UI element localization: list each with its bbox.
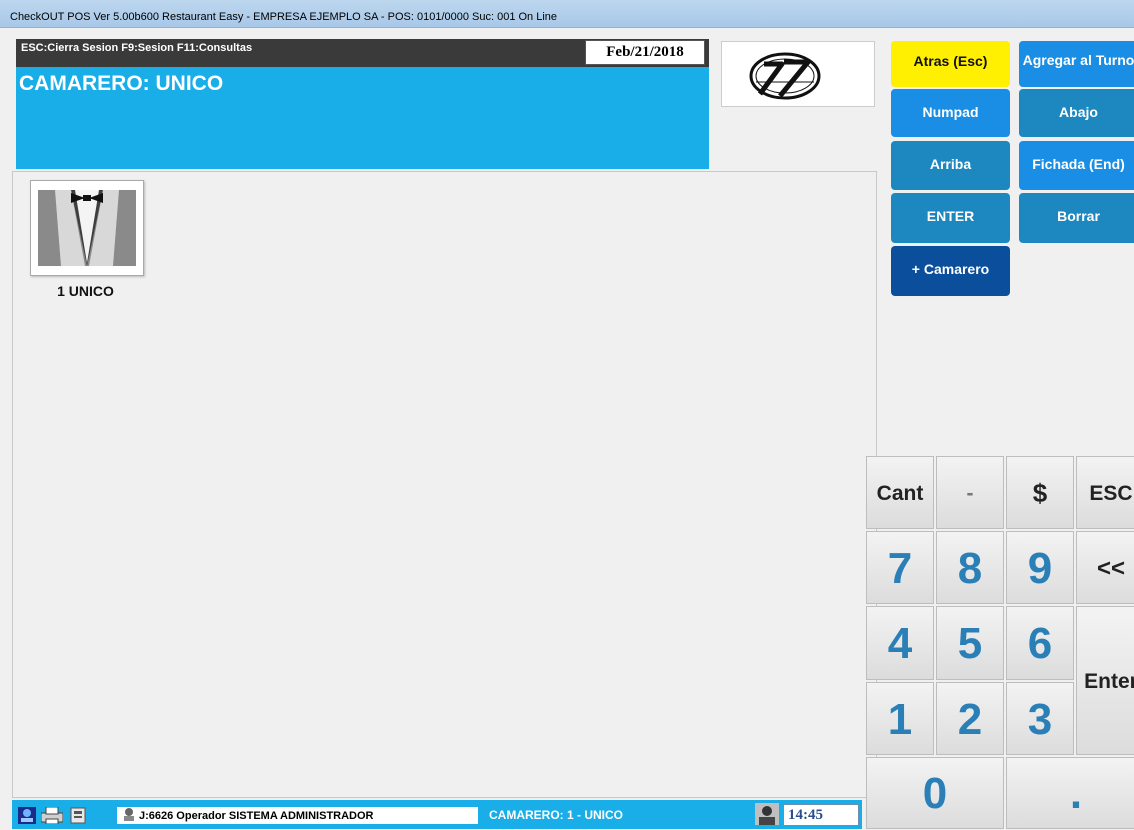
down-button[interactable]: Abajo: [1019, 89, 1134, 137]
esc-key[interactable]: ESC: [1076, 456, 1134, 529]
delete-button[interactable]: Borrar: [1019, 193, 1134, 243]
numpad-button[interactable]: Numpad: [891, 89, 1010, 137]
user-avatar-icon: [755, 803, 779, 825]
register-icon[interactable]: [68, 807, 88, 824]
digit-5-key[interactable]: 5: [936, 606, 1004, 680]
clock-display: 14:45: [783, 804, 859, 826]
digit-3-key[interactable]: 3: [1006, 682, 1074, 755]
back-button[interactable]: Atras (Esc): [891, 41, 1010, 87]
backspace-key[interactable]: <<: [1076, 531, 1134, 604]
waiter-label: CAMARERO: UNICO: [19, 72, 224, 95]
up-button[interactable]: Arriba: [891, 141, 1010, 190]
status-bar: J:6626 Operador SISTEMA ADMINISTRADOR CA…: [12, 800, 862, 829]
digit-6-key[interactable]: 6: [1006, 606, 1074, 680]
date-display: Feb/21/2018: [585, 40, 705, 65]
digit-9-key[interactable]: 9: [1006, 531, 1074, 604]
digit-2-key[interactable]: 2: [936, 682, 1004, 755]
digit-8-key[interactable]: 8: [936, 531, 1004, 604]
logo-emblem: [749, 52, 821, 100]
tuxedo-icon: [38, 190, 136, 266]
digit-4-key[interactable]: 4: [866, 606, 934, 680]
waiter-list-panel: 1 UNICO: [12, 171, 877, 798]
digit-7-key[interactable]: 7: [866, 531, 934, 604]
waiter-card-label: 1 UNICO: [57, 283, 114, 299]
enter-key[interactable]: Enter: [1076, 606, 1134, 755]
numeric-keypad: Cant - $ ESC 7 8 9 << 4 5 6 Enter 1 2 3 …: [866, 456, 1134, 829]
operator-info: J:6626 Operador SISTEMA ADMINISTRADOR: [117, 807, 478, 824]
company-logo: [721, 41, 875, 107]
add-to-shift-button[interactable]: Agregar al Turno: [1019, 41, 1134, 87]
minus-key[interactable]: -: [936, 456, 1004, 529]
digit-1-key[interactable]: 1: [866, 682, 934, 755]
dollar-key[interactable]: $: [1006, 456, 1074, 529]
operator-label: J:6626 Operador SISTEMA ADMINISTRADOR: [139, 810, 374, 822]
decimal-key[interactable]: .: [1006, 757, 1134, 829]
add-waiter-button[interactable]: + Camarero: [891, 246, 1010, 296]
window-title: CheckOUT POS Ver 5.00b600 Restaurant Eas…: [10, 11, 558, 23]
waiter-card[interactable]: [30, 180, 144, 276]
network-icon[interactable]: [18, 807, 36, 824]
waiter-header: CAMARERO: UNICO: [16, 67, 709, 169]
printer-icon[interactable]: [41, 807, 63, 824]
clock-in-button[interactable]: Fichada (End): [1019, 141, 1134, 190]
quantity-key[interactable]: Cant: [866, 456, 934, 529]
current-waiter-status: CAMARERO: 1 - UNICO: [489, 808, 623, 822]
enter-button[interactable]: ENTER: [891, 193, 1010, 243]
shortcut-hints: ESC:Cierra Sesion F9:Sesion F11:Consulta…: [21, 42, 253, 54]
window-title-bar: CheckOUT POS Ver 5.00b600 Restaurant Eas…: [0, 0, 1134, 28]
operator-icon: [122, 807, 136, 821]
digit-0-key[interactable]: 0: [866, 757, 1004, 829]
